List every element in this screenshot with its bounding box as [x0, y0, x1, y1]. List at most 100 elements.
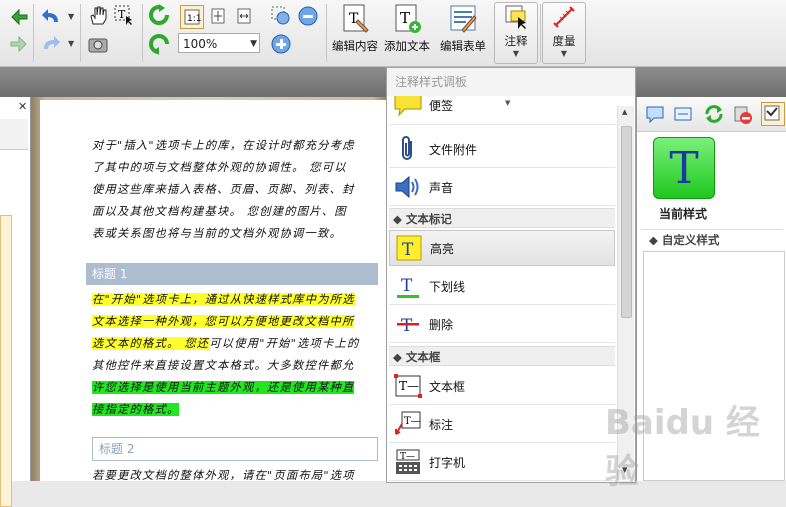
zoom-out-icon[interactable] [297, 5, 319, 27]
edit-form-button[interactable]: 编辑表单 [438, 2, 488, 62]
style-tile-letter: T [669, 142, 699, 194]
heading-2: 标题 2 [92, 437, 378, 461]
palette-item-label: 删除 [429, 317, 454, 332]
edit-content-icon: T [343, 4, 369, 33]
zoom-marquee-icon[interactable] [270, 5, 292, 27]
underline-icon: T [393, 271, 423, 301]
rotate-clockwise-icon[interactable] [148, 4, 170, 26]
zoom-in-icon[interactable] [270, 33, 292, 55]
speaker-icon [393, 172, 423, 202]
grid-view-icon[interactable] [761, 102, 785, 126]
category-textbox[interactable]: ◆ 文本框 [389, 346, 615, 366]
paragraph-1: 对于"插入"选项卡上的库，在设计时都充分考虑 了其中的项与文档整体外观的协调性。… [92, 135, 355, 245]
category-text-markup[interactable]: ◆ 文本标记 [389, 208, 615, 228]
svg-text:T: T [401, 276, 413, 296]
svg-text:T—: T— [399, 379, 419, 393]
style-tile[interactable]: T [653, 137, 715, 199]
svg-text:T: T [118, 8, 126, 21]
svg-text:T—: T— [400, 452, 415, 462]
text-line: 使用这些库来插入表格、页眉、页脚、列表、封 [92, 183, 355, 196]
palette-item-sticky-note[interactable]: 便签 [389, 96, 615, 125]
current-style-label: 当前样式 [658, 207, 707, 221]
palette-item-textbox[interactable]: T— 文本框 [389, 368, 615, 405]
measure-icon [553, 6, 575, 28]
palette-item-underline[interactable]: T 下划线 [389, 268, 615, 305]
panel-header [0, 119, 28, 150]
add-text-label: 添加文本 [384, 39, 430, 53]
highlighted-text: 选文本的格式。 您还 [92, 337, 210, 350]
textbox-small-icon[interactable] [673, 104, 693, 127]
watermark-logo: Baidu 经验 [605, 403, 760, 492]
back-icon[interactable] [8, 6, 30, 28]
category-label: 文本标记 [405, 212, 452, 226]
paperclip-icon [393, 134, 423, 164]
snapshot-icon[interactable] [87, 33, 109, 55]
select-text-tool-icon[interactable]: T [113, 4, 135, 26]
callout-icon: T— [393, 409, 423, 439]
palette-item-label: 便签 [429, 98, 454, 113]
close-icon[interactable]: ✕ [18, 100, 27, 113]
edit-content-button[interactable]: T 编辑内容 [330, 2, 380, 62]
annotate-button[interactable]: 注释 ▼ [494, 2, 538, 64]
highlighted-text: 文本选择一种外观，您可以方便地更改文档中所 [92, 315, 355, 328]
fit-width-icon[interactable] [233, 5, 255, 27]
palette-item-highlight[interactable]: T 高亮 [389, 230, 615, 266]
scrollbar-thumb[interactable] [621, 126, 632, 318]
palette-item-label: 下划线 [429, 279, 466, 294]
redo-dropdown-icon[interactable]: ▼ [68, 39, 74, 48]
annotation-style-palette: 注释样式调板 ▼ 便签 文件附件 声音 ◆ 文本标记 T 高亮 T 下划线 T … [386, 67, 636, 483]
custom-style-label: 自定义样式 [661, 233, 720, 247]
redo-icon[interactable] [40, 33, 62, 55]
annotate-icon [505, 5, 526, 29]
left-navigation-panel: ✕ [0, 97, 31, 507]
svg-text:1:1: 1:1 [187, 14, 201, 24]
hand-tool-icon[interactable] [87, 4, 109, 26]
actual-size-icon[interactable]: 1:1 [180, 5, 204, 29]
palette-item-strikeout[interactable]: T 删除 [389, 306, 615, 343]
annotate-label: 注释 [504, 34, 528, 48]
svg-text:T—: T— [404, 416, 421, 427]
measure-label: 度量 [552, 34, 576, 48]
fit-page-icon[interactable] [207, 5, 229, 27]
undo-dropdown-icon[interactable]: ▼ [68, 12, 74, 21]
main-toolbar: ▼ ▼ T 1:1 100% ▼ T 编辑内容 T 添加文本 编辑表单 注释 ▼… [0, 0, 786, 67]
delete-style-icon[interactable] [731, 103, 753, 128]
zoom-select[interactable]: 100% ▼ [178, 33, 260, 53]
edit-content-label: 编辑内容 [332, 39, 378, 53]
palette-item-label: 声音 [429, 180, 454, 195]
svg-text:T: T [402, 240, 414, 260]
rotate-counterclockwise-icon[interactable] [148, 33, 170, 55]
svg-text:T: T [401, 316, 413, 336]
highlighted-text: 在"开始"选项卡上，通过从快速样式库中为所选 [92, 293, 355, 306]
annotate-dropdown-icon: ▼ [512, 49, 520, 58]
measure-dropdown-icon: ▼ [560, 49, 568, 58]
paragraph-2: 在"开始"选项卡上，通过从快速样式库中为所选 文本选择一种外观，您可以方便地更改… [92, 289, 360, 421]
palette-item-file-attachment[interactable]: 文件附件 [389, 131, 615, 168]
edit-form-icon [450, 5, 477, 33]
panel-selection [0, 215, 12, 507]
style-panel-toolbar [637, 97, 786, 132]
scroll-up-icon[interactable]: ▲ [622, 108, 627, 116]
comment-icon[interactable] [645, 104, 665, 127]
palette-item-typewriter[interactable]: T— 打字机 [389, 444, 615, 481]
undo-icon[interactable] [40, 6, 62, 28]
palette-item-sound[interactable]: 声音 [389, 169, 615, 206]
typewriter-icon: T— [393, 447, 423, 477]
add-text-button[interactable]: T 添加文本 [382, 2, 432, 62]
custom-style-section[interactable]: ◆ 自定义样式 [641, 229, 783, 249]
forward-icon[interactable] [8, 33, 30, 55]
palette-item-label: 文本框 [429, 379, 466, 394]
highlighted-text: 接指定的格式。 [92, 403, 180, 416]
text-line: 表或关系图也将与当前的文档外观协调一致。 [92, 227, 342, 240]
add-text-icon: T [395, 4, 421, 33]
measure-button[interactable]: 度量 ▼ [542, 2, 586, 64]
svg-text:T: T [400, 9, 410, 27]
chevron-down-icon: ▼ [250, 39, 257, 49]
text-span: 可以使用"开始"选项卡上的 [209, 337, 360, 350]
current-style-card[interactable]: T 当前样式 [649, 137, 717, 223]
textbox-icon: T— [393, 371, 423, 401]
palette-item-callout[interactable]: T— 标注 [389, 406, 615, 443]
palette-item-label: 打字机 [429, 455, 466, 470]
refresh-icon[interactable] [703, 103, 725, 128]
category-label: 文本框 [405, 350, 441, 364]
